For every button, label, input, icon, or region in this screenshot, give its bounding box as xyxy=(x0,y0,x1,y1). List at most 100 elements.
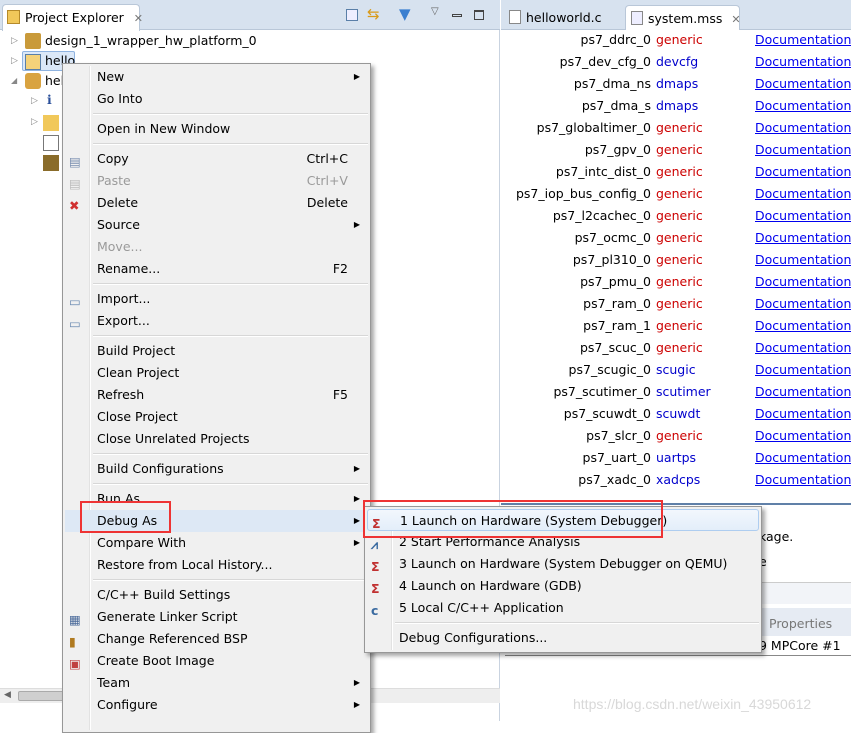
tab-properties[interactable]: Properties xyxy=(769,616,832,631)
documentation-link[interactable]: Documentation xyxy=(755,29,851,51)
menu-item-team[interactable]: Team ▶ xyxy=(65,672,368,694)
driver-name: generic xyxy=(656,120,703,135)
project-explorer-icon xyxy=(7,10,20,24)
tab-system-mss[interactable]: system.mss ✕ xyxy=(625,5,741,30)
documentation-link[interactable]: Documentation xyxy=(755,293,851,315)
view-menu-icon[interactable]: ▽ xyxy=(431,6,439,17)
menu-item-build-project[interactable]: Build Project xyxy=(65,340,368,362)
documentation-link[interactable]: Documentation xyxy=(755,447,851,469)
menu-item-import[interactable]: ▭ Import... xyxy=(65,288,368,310)
documentation-link[interactable]: Documentation xyxy=(755,315,851,337)
documentation-link[interactable]: Documentation xyxy=(755,73,851,95)
menu-item-label: 5 Local C/C++ Application xyxy=(399,600,564,615)
menu-item-restore-from-local-history[interactable]: Restore from Local History... xyxy=(65,554,368,576)
documentation-link[interactable]: Documentation xyxy=(755,95,851,117)
menu-item-source[interactable]: Source ▶ xyxy=(65,214,368,236)
menu-item-build-configurations[interactable]: Build Configurations ▶ xyxy=(65,458,368,480)
driver-name: devcfg xyxy=(656,54,699,69)
menu-item-close-unrelated-projects[interactable]: Close Unrelated Projects xyxy=(65,428,368,450)
menu-item-clean-project[interactable]: Clean Project xyxy=(65,362,368,384)
menu-separator xyxy=(93,335,368,337)
shortcut-label: F5 xyxy=(332,387,348,402)
highlight-box-launch-hardware xyxy=(363,500,663,538)
driver-name: generic xyxy=(656,428,703,443)
menu-item-delete[interactable]: ✖ Delete Delete xyxy=(65,192,368,214)
close-icon[interactable]: ✕ xyxy=(134,12,143,25)
expand-icon[interactable]: ▷ xyxy=(31,117,38,127)
menu-item-change-referenced-bsp[interactable]: ▮ Change Referenced BSP xyxy=(65,628,368,650)
documentation-link[interactable]: Documentation xyxy=(755,403,851,425)
submenu-item-5-local-c-c-application[interactable]: c 5 Local C/C++ Application xyxy=(367,597,759,619)
import-icon: ▭ xyxy=(69,294,81,309)
menu-item-label: Clean Project xyxy=(97,365,180,380)
driver-name: generic xyxy=(656,296,703,311)
documentation-link[interactable]: Documentation xyxy=(755,381,851,403)
documentation-link[interactable]: Documentation xyxy=(755,139,851,161)
documentation-link[interactable]: Documentation xyxy=(755,227,851,249)
menu-item-create-boot-image[interactable]: ▣ Create Boot Image xyxy=(65,650,368,672)
submenu-arrow-icon: ▶ xyxy=(353,516,360,525)
filter-icon[interactable]: ▼ xyxy=(399,5,411,23)
tab-helloworld-c[interactable]: helloworld.c xyxy=(504,5,624,30)
driver-name: generic xyxy=(656,318,703,333)
table-row: ps7_uart_0 uartps Documentation xyxy=(501,447,851,469)
driver-name: generic xyxy=(656,208,703,223)
documentation-link[interactable]: Documentation xyxy=(755,425,851,447)
expand-icon[interactable]: ▷ xyxy=(11,31,18,51)
bsp-project-icon xyxy=(25,73,41,89)
submenu-item-debug-configurations[interactable]: Debug Configurations... xyxy=(367,627,759,649)
driver-name: generic xyxy=(656,186,703,201)
submenu-item-3-launch-on-hardware-system-debugger-on-qemu[interactable]: Σ 3 Launch on Hardware (System Debugger o… xyxy=(367,553,759,575)
driver-name: generic xyxy=(656,230,703,245)
properties-value: 9 MPCore #1 xyxy=(759,638,841,653)
bsp-icon: ▮ xyxy=(69,634,76,649)
documentation-link[interactable]: Documentation xyxy=(755,469,851,491)
documentation-link[interactable]: Documentation xyxy=(755,359,851,381)
expand-icon[interactable]: ▷ xyxy=(31,96,38,106)
close-icon[interactable]: ✕ xyxy=(731,13,740,26)
link-with-editor-icon[interactable]: ⇆ xyxy=(367,5,380,23)
menu-item-new[interactable]: New ▶ xyxy=(65,66,368,88)
documentation-link[interactable]: Documentation xyxy=(755,271,851,293)
submenu-item-4-launch-on-hardware-gdb[interactable]: Σ 4 Launch on Hardware (GDB) xyxy=(367,575,759,597)
menu-item-label: Source xyxy=(97,217,140,232)
driver-name: dmaps xyxy=(656,98,699,113)
maximize-icon[interactable] xyxy=(474,10,484,20)
tab-project-explorer[interactable]: Project Explorer ✕ xyxy=(2,4,143,31)
menu-item-c-c-build-settings[interactable]: C/C++ Build Settings xyxy=(65,584,368,606)
documentation-link[interactable]: Documentation xyxy=(755,161,851,183)
menu-item-export[interactable]: ▭ Export... xyxy=(65,310,368,332)
documentation-link[interactable]: Documentation xyxy=(755,51,851,73)
table-row: ps7_ocmc_0 generic Documentation xyxy=(501,227,851,249)
menu-item-open-in-new-window[interactable]: Open in New Window xyxy=(65,118,368,140)
menu-item-refresh[interactable]: Refresh F5 xyxy=(65,384,368,406)
menu-item-label: Restore from Local History... xyxy=(97,557,273,572)
expand-icon[interactable]: ▷ xyxy=(11,51,18,71)
peripheral-name: ps7_ram_0 xyxy=(583,296,651,311)
menu-item-compare-with[interactable]: Compare With ▶ xyxy=(65,532,368,554)
editor-tabbar: helloworld.c system.mss ✕ xyxy=(501,0,851,30)
documentation-link[interactable]: Documentation xyxy=(755,117,851,139)
collapse-all-icon[interactable] xyxy=(346,9,358,21)
collapse-icon[interactable]: ◢ xyxy=(11,71,17,91)
table-row: ps7_dma_ns dmaps Documentation xyxy=(501,73,851,95)
chart-file-icon xyxy=(43,155,59,171)
documentation-link[interactable]: Documentation xyxy=(755,183,851,205)
documentation-link[interactable]: Documentation xyxy=(755,205,851,227)
documentation-link[interactable]: Documentation xyxy=(755,249,851,271)
menu-item-copy[interactable]: ▤ Copy Ctrl+C xyxy=(65,148,368,170)
peripheral-name: ps7_dma_s xyxy=(581,98,651,113)
table-row: ps7_l2cachec_0 generic Documentation xyxy=(501,205,851,227)
peripheral-name: ps7_iop_bus_config_0 xyxy=(515,186,651,201)
documentation-link[interactable]: Documentation xyxy=(755,337,851,359)
menu-item-configure[interactable]: Configure ▶ xyxy=(65,694,368,716)
tree-item-hw-platform[interactable]: ▷ design_1_wrapper_hw_platform_0 xyxy=(0,31,490,51)
menu-item-generate-linker-script[interactable]: ▦ Generate Linker Script xyxy=(65,606,368,628)
tab-label: Project Explorer xyxy=(25,10,124,25)
menu-item-label: Refresh xyxy=(97,387,145,402)
menu-item-rename[interactable]: Rename... F2 xyxy=(65,258,368,280)
menu-item-go-into[interactable]: Go Into xyxy=(65,88,368,110)
minimize-icon[interactable] xyxy=(452,14,462,17)
menu-separator xyxy=(395,622,759,624)
menu-item-close-project[interactable]: Close Project xyxy=(65,406,368,428)
